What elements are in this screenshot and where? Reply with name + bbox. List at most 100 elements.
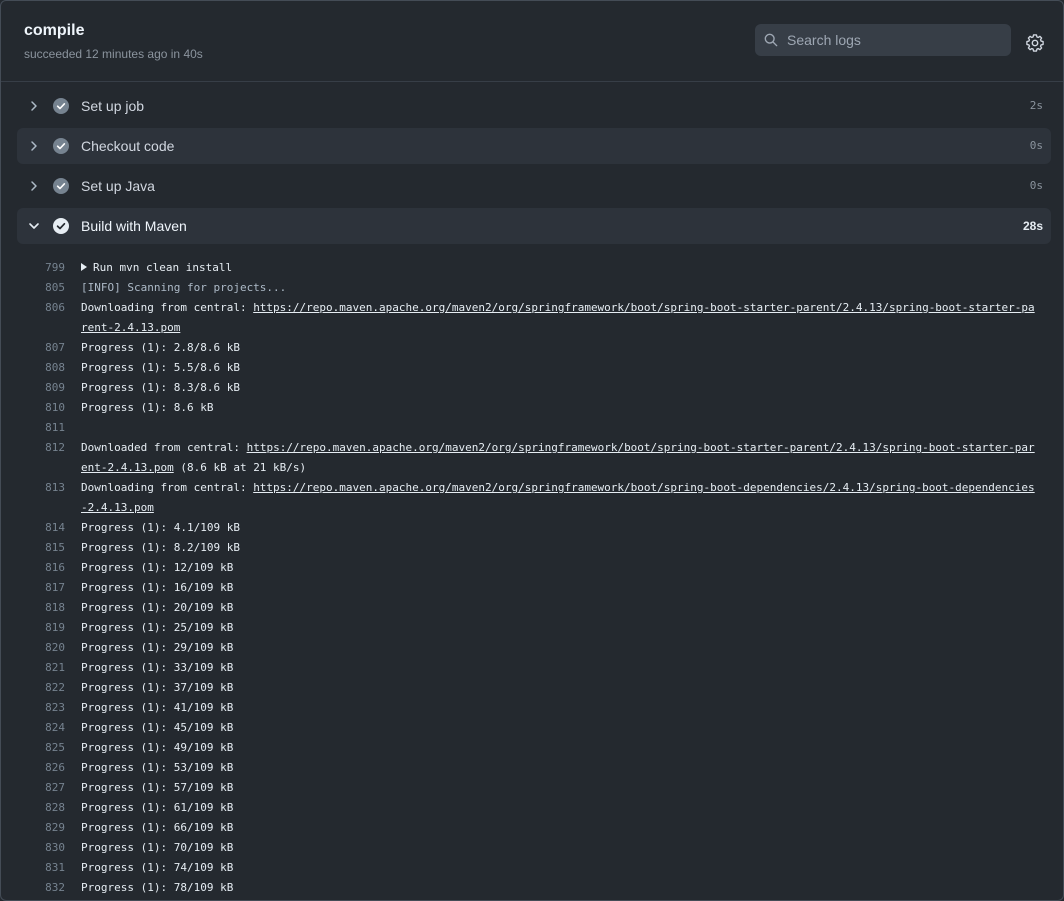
line-number[interactable]: 816 (1, 558, 81, 578)
step-name: Build with Maven (81, 218, 187, 234)
line-number[interactable]: 819 (1, 618, 81, 638)
check-circle-icon (53, 98, 69, 114)
log-text: Downloading from central: https://repo.m… (81, 478, 1041, 518)
job-status: succeeded 12 minutes ago in 40s (24, 47, 203, 61)
line-number[interactable]: 824 (1, 718, 81, 738)
chevron-down-icon (29, 223, 39, 229)
line-number[interactable]: 825 (1, 738, 81, 758)
log-line: 828 Progress (1): 61/109 kB (1, 798, 1063, 818)
log-line: 821 Progress (1): 33/109 kB (1, 658, 1063, 678)
log-line: 815 Progress (1): 8.2/109 kB (1, 538, 1063, 558)
log-text-suffix: (8.6 kB at 21 kB/s) (173, 461, 307, 474)
log-line: 824 Progress (1): 45/109 kB (1, 718, 1063, 738)
log-line: 799 Run mvn clean install (1, 258, 1063, 278)
log-line: 808 Progress (1): 5.5/8.6 kB (1, 358, 1063, 378)
line-number[interactable]: 799 (1, 258, 81, 278)
log-text: Progress (1): 66/109 kB (81, 821, 234, 834)
log-text: Run mvn clean install (81, 258, 1041, 278)
line-number[interactable]: 829 (1, 818, 81, 838)
search-input[interactable] (787, 24, 1003, 56)
step-build-with-maven[interactable]: Build with Maven 28s (17, 208, 1051, 244)
log-line: 806 Downloading from central: https://rep… (1, 298, 1063, 338)
job-title: compile (24, 22, 85, 39)
search-box[interactable] (755, 24, 1011, 56)
line-number[interactable]: 805 (1, 278, 81, 298)
log-line: 830 Progress (1): 70/109 kB (1, 838, 1063, 858)
line-number[interactable]: 823 (1, 698, 81, 718)
step-name: Checkout code (81, 138, 175, 154)
expand-triangle-icon[interactable] (81, 263, 87, 271)
log-line: 810 Progress (1): 8.6 kB (1, 398, 1063, 418)
log-line: 813 Downloading from central: https://rep… (1, 478, 1063, 518)
line-number[interactable]: 809 (1, 378, 81, 398)
log-text: Progress (1): 41/109 kB (81, 701, 234, 714)
line-number[interactable]: 818 (1, 598, 81, 618)
log-line: 829 Progress (1): 66/109 kB (1, 818, 1063, 838)
log-text: Progress (1): 8.3/8.6 kB (81, 381, 240, 394)
check-circle-icon (53, 138, 69, 154)
line-number[interactable]: 815 (1, 538, 81, 558)
log-line: 832 Progress (1): 78/109 kB (1, 878, 1063, 898)
log-text-prefix: Downloading from central: (81, 481, 254, 494)
log-line: 822 Progress (1): 37/109 kB (1, 678, 1063, 698)
step-duration: 0s (1029, 179, 1043, 192)
line-number[interactable]: 827 (1, 778, 81, 798)
log-text: Progress (1): 12/109 kB (81, 561, 234, 574)
line-number[interactable]: 828 (1, 798, 81, 818)
log-text: Progress (1): 5.5/8.6 kB (81, 361, 240, 374)
log-text: Progress (1): 74/109 kB (81, 861, 234, 874)
line-number[interactable]: 812 (1, 438, 81, 478)
line-number[interactable]: 808 (1, 358, 81, 378)
line-number[interactable]: 817 (1, 578, 81, 598)
log-text: [INFO] Scanning for projects... (81, 281, 287, 294)
log-text: Progress (1): 53/109 kB (81, 761, 234, 774)
log-line: 809 Progress (1): 8.3/8.6 kB (1, 378, 1063, 398)
log-line: 819 Progress (1): 25/109 kB (1, 618, 1063, 638)
log-text: Progress (1): 70/109 kB (81, 841, 234, 854)
line-number[interactable]: 820 (1, 638, 81, 658)
log-line: 805 [INFO] Scanning for projects... (1, 278, 1063, 298)
chevron-right-icon (31, 181, 37, 191)
step-duration: 0s (1029, 139, 1043, 152)
log-line: 811 (1, 418, 1063, 438)
chevron-right-icon (31, 141, 37, 151)
log-text-prefix: Downloaded from central: (81, 441, 247, 454)
log-text-prefix: Downloading from central: (81, 301, 254, 314)
log-text: Progress (1): 8.2/109 kB (81, 541, 240, 554)
log-text: Progress (1): 33/109 kB (81, 661, 234, 674)
line-number[interactable]: 813 (1, 478, 81, 518)
chevron-right-icon (31, 101, 37, 111)
line-number[interactable]: 832 (1, 878, 81, 898)
line-number[interactable]: 822 (1, 678, 81, 698)
log-text: Progress (1): 57/109 kB (81, 781, 234, 794)
line-number[interactable]: 806 (1, 298, 81, 338)
log-line: 814 Progress (1): 4.1/109 kB (1, 518, 1063, 538)
line-number[interactable]: 810 (1, 398, 81, 418)
log-text: Progress (1): 4.1/109 kB (81, 521, 240, 534)
log-text: Progress (1): 8.6 kB (81, 401, 214, 414)
log-text: Progress (1): 20/109 kB (81, 601, 234, 614)
line-number[interactable]: 826 (1, 758, 81, 778)
line-number[interactable]: 814 (1, 518, 81, 538)
step-set-up-java[interactable]: Set up Java 0s (17, 168, 1051, 204)
steps-list: Set up job 2s Checkout code 0s Set up Ja… (1, 88, 1063, 248)
line-number[interactable]: 807 (1, 338, 81, 358)
log-text: Progress (1): 37/109 kB (81, 681, 234, 694)
step-duration: 2s (1029, 99, 1043, 112)
step-set-up-job[interactable]: Set up job 2s (17, 88, 1051, 124)
log-line: 831 Progress (1): 74/109 kB (1, 858, 1063, 878)
gear-icon[interactable] (1026, 34, 1044, 52)
log-text: Progress (1): 29/109 kB (81, 641, 234, 654)
line-number[interactable]: 811 (1, 418, 81, 438)
line-number[interactable]: 831 (1, 858, 81, 878)
step-duration: 28s (1022, 219, 1043, 233)
log-group-title[interactable]: Run mvn clean install (93, 261, 232, 274)
log-line: 816 Progress (1): 12/109 kB (1, 558, 1063, 578)
log-line: 820 Progress (1): 29/109 kB (1, 638, 1063, 658)
line-number[interactable]: 830 (1, 838, 81, 858)
line-number[interactable]: 821 (1, 658, 81, 678)
log-text: Progress (1): 25/109 kB (81, 621, 234, 634)
log-text: Progress (1): 2.8/8.6 kB (81, 341, 240, 354)
step-checkout-code[interactable]: Checkout code 0s (17, 128, 1051, 164)
